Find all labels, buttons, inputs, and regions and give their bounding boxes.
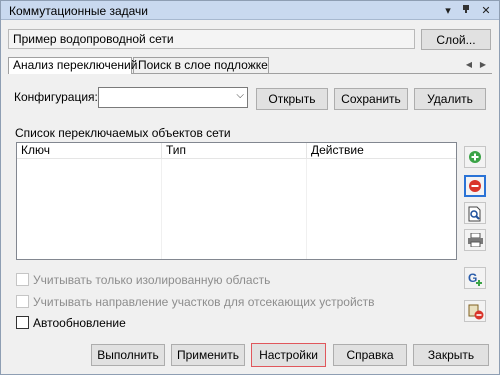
window-title: Коммутационные задачи [9,4,149,18]
column-header-key[interactable]: Ключ [17,143,162,159]
close-icon[interactable]: ✕ [479,4,493,18]
tab-scroll-right-icon[interactable]: ▶ [477,58,489,71]
graph-add-icon: G [468,271,482,286]
open-button[interactable]: Открыть [256,88,328,110]
remove-icon [469,180,481,192]
isolated-only-checkbox[interactable] [16,273,29,286]
configuration-label: Конфигурация: [14,90,98,104]
svg-text:G: G [468,271,477,285]
close-button[interactable]: Закрыть [413,344,489,366]
tab-scroll-left-icon[interactable]: ◀ [463,58,475,71]
isolated-only-label: Учитывать только изолированную область [33,273,271,287]
network-name-field: Пример водопроводной сети [8,29,415,49]
tab-switching-analysis[interactable]: Анализ переключений [8,57,137,74]
column-divider [161,159,162,259]
zoom-to-icon [468,206,481,222]
dropdown-icon[interactable]: ▾ [441,4,455,18]
objects-list-title: Список переключаемых объектов сети [15,126,231,140]
auto-refresh-checkbox[interactable] [16,316,29,329]
segment-direction-label: Учитывать направление участков для отсек… [33,295,375,309]
tab-underlay-search[interactable]: Поиск в слое подложке [133,57,269,73]
apply-button[interactable]: Применить [171,344,245,366]
layer-remove-button[interactable] [464,300,486,322]
execute-button[interactable]: Выполнить [91,344,165,366]
column-divider [306,159,307,259]
objects-table[interactable]: Ключ Тип Действие [16,142,457,260]
save-button[interactable]: Сохранить [334,88,408,110]
help-button[interactable]: Справка [333,344,407,366]
segment-direction-checkbox[interactable] [16,295,29,308]
add-object-button[interactable] [464,146,486,168]
chevron-down-icon: ⌵ [236,90,244,101]
zoom-to-object-button[interactable] [464,202,486,224]
settings-button[interactable]: Настройки [251,343,326,367]
print-button[interactable] [464,229,486,251]
layer-remove-icon [468,304,484,320]
add-icon [469,151,481,163]
layer-button[interactable]: Слой... [421,29,491,50]
configuration-select[interactable]: ⌵ [98,87,248,108]
remove-object-button[interactable] [464,175,486,197]
print-icon [468,233,483,247]
graph-add-button[interactable]: G [464,267,486,289]
pin-icon[interactable] [459,4,473,18]
auto-refresh-label: Автообновление [33,316,126,330]
title-bar: Коммутационные задачи ▾ ✕ [1,1,499,20]
column-header-action[interactable]: Действие [307,143,456,159]
delete-button[interactable]: Удалить [414,88,486,110]
column-header-type[interactable]: Тип [162,143,307,159]
